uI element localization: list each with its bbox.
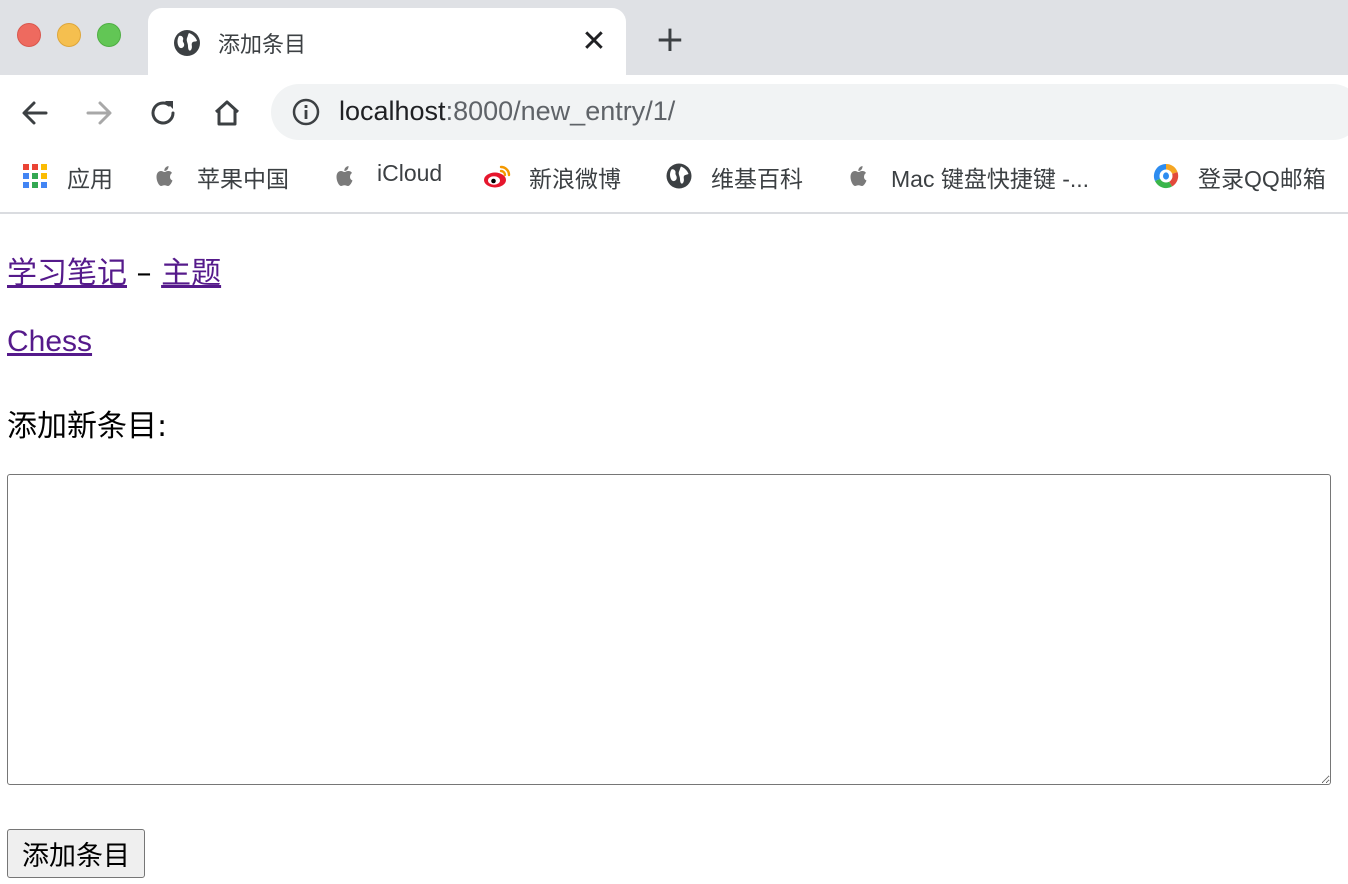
page-content: 学习笔记 – 主题 Chess 添加新条目: 添加条目 <box>0 214 1348 884</box>
info-icon[interactable] <box>291 97 321 127</box>
window-maximize-button[interactable] <box>97 23 121 47</box>
weibo-icon <box>484 165 511 188</box>
tab-title: 添加条目 <box>218 33 307 58</box>
bookmarks-bar: 应用 苹果中国 iCloud 新浪微博 维基百科 Mac 键盘快捷键 -... … <box>0 150 1348 214</box>
qq-mail-icon <box>1153 163 1179 189</box>
apple-icon <box>336 166 353 186</box>
bookmark-label: 苹果中国 <box>197 166 289 192</box>
entry-textarea[interactable] <box>7 474 1331 785</box>
bookmark-label: 应用 <box>67 166 113 192</box>
page-heading: 添加新条目: <box>7 409 168 444</box>
browser-window: 添加条目 ✕ + localhost:8000/new_entry/1/ 应用 … <box>0 0 1348 884</box>
address-bar[interactable]: localhost:8000/new_entry/1/ <box>271 84 1348 140</box>
back-arrow-icon[interactable] <box>18 96 52 130</box>
bookmark-label: 新浪微博 <box>529 166 621 192</box>
active-tab[interactable]: 添加条目 ✕ <box>148 8 626 75</box>
tab-close-icon[interactable]: ✕ <box>580 27 608 57</box>
new-tab-icon[interactable]: + <box>654 22 686 58</box>
window-minimize-button[interactable] <box>57 23 81 47</box>
add-entry-button[interactable]: 添加条目 <box>7 829 145 878</box>
url-host: localhost <box>339 96 446 126</box>
globe-icon <box>174 30 200 56</box>
tab-strip: 添加条目 ✕ + <box>0 0 1348 75</box>
url-path: :8000/new_entry/1/ <box>445 96 676 126</box>
bookmark-label: 维基百科 <box>711 166 803 192</box>
apple-icon <box>850 166 867 186</box>
apps-grid-icon <box>23 164 47 188</box>
home-icon[interactable] <box>210 96 244 130</box>
apple-icon <box>156 166 173 186</box>
forward-arrow-icon[interactable] <box>82 96 116 130</box>
breadcrumb-separator: – <box>136 256 152 291</box>
home-link[interactable]: 学习笔记 <box>7 256 127 291</box>
topics-link[interactable]: 主题 <box>161 256 221 291</box>
topic-link[interactable]: Chess <box>7 325 92 359</box>
url-text: localhost:8000/new_entry/1/ <box>339 96 675 127</box>
bookmark-label: Mac 键盘快捷键 -... <box>891 166 1090 192</box>
breadcrumb: 学习笔记 – 主题 <box>7 248 221 292</box>
globe-icon <box>666 163 692 189</box>
reload-icon[interactable] <box>146 96 180 130</box>
bookmark-label: iCloud <box>377 160 443 186</box>
window-close-button[interactable] <box>17 23 41 47</box>
toolbar: localhost:8000/new_entry/1/ <box>0 75 1348 150</box>
bookmark-label: 登录QQ邮箱 <box>1198 166 1326 192</box>
